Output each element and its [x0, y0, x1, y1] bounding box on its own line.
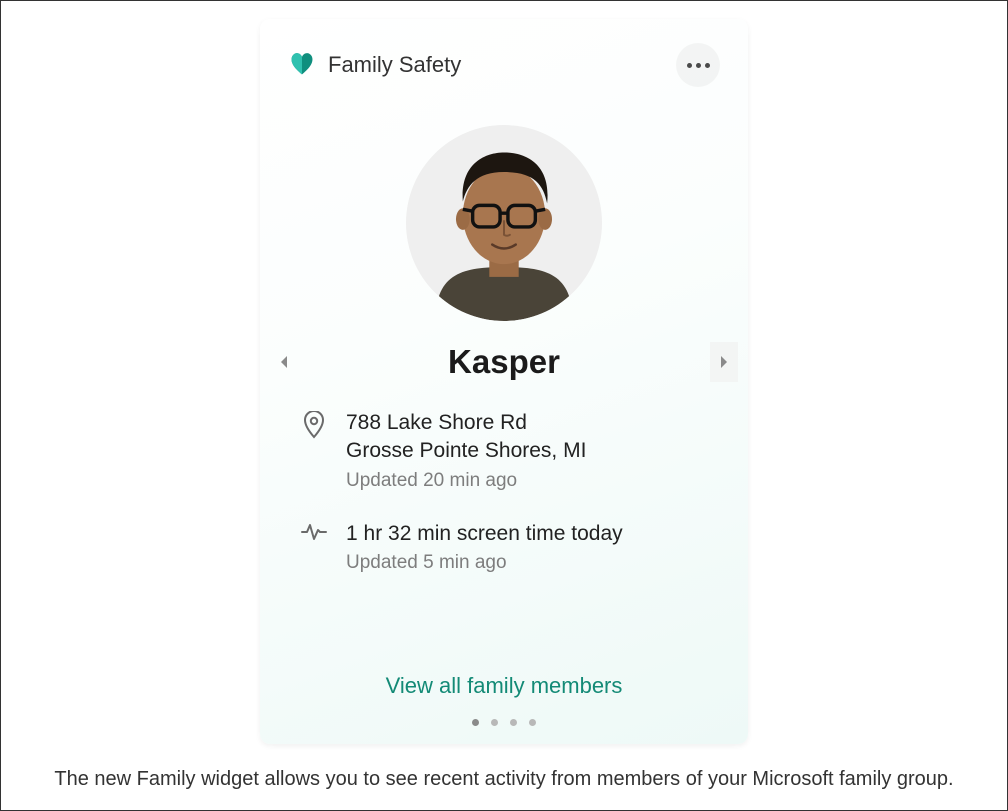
location-text: 788 Lake Shore Rd Grosse Pointe Shores, … [346, 409, 586, 492]
member-name: Kasper [448, 343, 560, 381]
activity-pulse-icon [300, 520, 328, 542]
family-safety-heart-icon [288, 49, 316, 82]
screen-time-value: 1 hr 32 min screen time today [346, 520, 623, 548]
page-dot[interactable] [529, 719, 536, 726]
member-info: 788 Lake Shore Rd Grosse Pointe Shores, … [288, 409, 720, 574]
screen-time-updated: Updated 5 min ago [346, 552, 623, 574]
widget-brand: Family Safety [288, 49, 461, 82]
page-dot[interactable] [491, 719, 498, 726]
avatar-container [288, 125, 720, 321]
next-member-button[interactable] [710, 342, 738, 382]
pagination-dots[interactable] [288, 719, 720, 726]
more-options-button[interactable] [676, 43, 720, 87]
page-dot[interactable] [510, 719, 517, 726]
widget-title: Family Safety [328, 52, 461, 78]
location-line1: 788 Lake Shore Rd [346, 409, 586, 437]
screen-time-text: 1 hr 32 min screen time today Updated 5 … [346, 520, 623, 574]
view-all-family-link[interactable]: View all family members [288, 673, 720, 707]
location-updated: Updated 20 min ago [346, 470, 586, 492]
page-dot[interactable] [472, 719, 479, 726]
location-row[interactable]: 788 Lake Shore Rd Grosse Pointe Shores, … [300, 409, 720, 492]
figure-caption: The new Family widget allows you to see … [34, 768, 973, 791]
previous-member-button[interactable] [270, 342, 298, 382]
screen-time-row[interactable]: 1 hr 32 min screen time today Updated 5 … [300, 520, 720, 574]
family-safety-widget: Family Safety [260, 19, 748, 744]
location-line2: Grosse Pointe Shores, MI [346, 437, 586, 465]
widget-header: Family Safety [288, 43, 720, 87]
member-name-row: Kasper [288, 343, 720, 381]
location-pin-icon [300, 409, 328, 439]
member-avatar[interactable] [406, 125, 602, 321]
